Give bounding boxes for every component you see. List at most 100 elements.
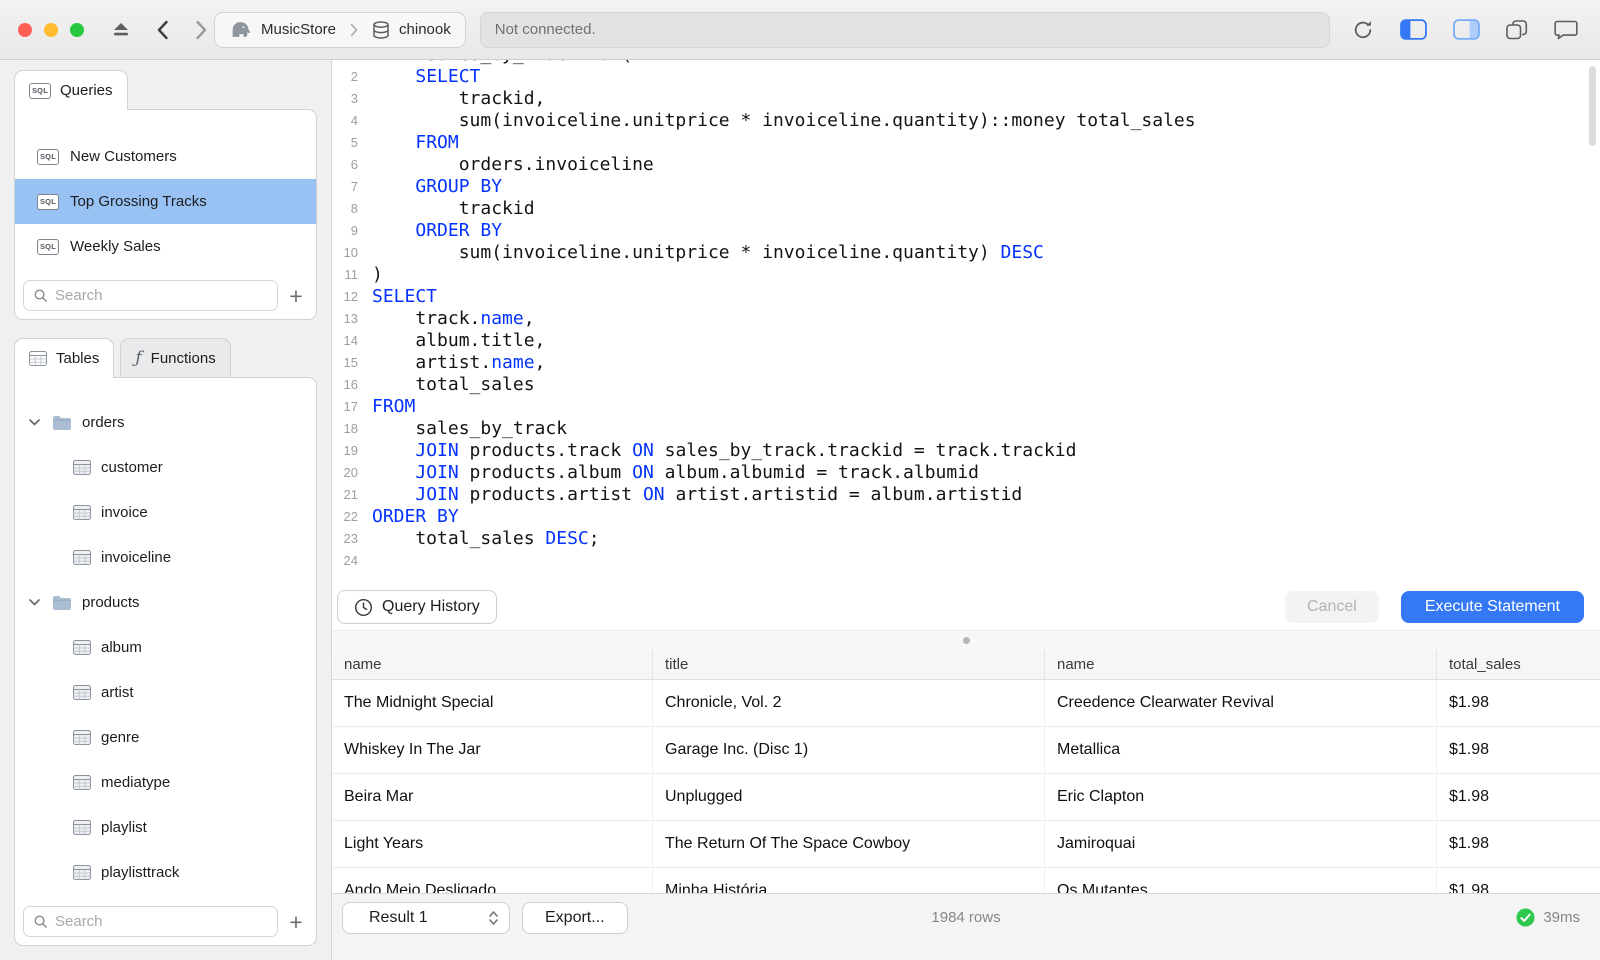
table-label: invoice (101, 504, 148, 521)
close-window-button[interactable] (18, 22, 32, 37)
table-row[interactable]: Light Years The Return Of The Space Cowbo… (332, 821, 1600, 868)
code-line[interactable]: 9 ORDER BY (332, 220, 1600, 242)
table-tree-item[interactable]: invoiceline (15, 535, 316, 580)
sql-editor[interactable]: 1WITH sales_by_track AS (2 SELECT3 track… (332, 60, 1600, 584)
result-selector[interactable]: Result 1 (342, 901, 510, 934)
code-line[interactable]: 2 SELECT (332, 66, 1600, 88)
sidebar-left-icon (1400, 19, 1427, 40)
eject-button[interactable] (112, 22, 130, 37)
code-line[interactable]: 4 sum(invoiceline.unitprice * invoicelin… (332, 110, 1600, 132)
query-list-item[interactable]: SQL New Customers (15, 134, 316, 179)
line-number: 2 (350, 69, 358, 84)
chevron-down-icon[interactable] (29, 599, 42, 606)
pane-splitter[interactable] (332, 630, 1600, 650)
code-line[interactable]: 10 sum(invoiceline.unitprice * invoiceli… (332, 242, 1600, 264)
tab-queries[interactable]: SQL Queries (14, 70, 128, 110)
results-column-header[interactable]: name (332, 650, 653, 679)
export-button[interactable]: Export... (522, 901, 628, 934)
code-line[interactable]: 6 orders.invoiceline (332, 154, 1600, 176)
code-text: total_sales (372, 374, 535, 395)
code-text: track.name, (372, 308, 535, 329)
breadcrumb-server[interactable]: MusicStore (215, 13, 350, 47)
table-cell: Beira Mar (332, 774, 653, 820)
tab-tables[interactable]: Tables (14, 338, 115, 378)
forward-button[interactable] (195, 20, 208, 40)
code-line[interactable]: 23 total_sales DESC; (332, 528, 1600, 550)
query-list-item[interactable]: SQL Weekly Sales (15, 224, 316, 269)
code-line[interactable]: 21 JOIN products.artist ON artist.artist… (332, 484, 1600, 506)
line-number: 18 (343, 421, 358, 436)
code-line[interactable]: 8 trackid (332, 198, 1600, 220)
code-line[interactable]: 5 FROM (332, 132, 1600, 154)
query-history-button[interactable]: Query History (337, 590, 497, 624)
table-tree-item[interactable]: customer (15, 445, 316, 490)
table-row[interactable]: Ando Meio Desligado Minha História Os Muta… (332, 868, 1600, 893)
code-line[interactable]: 12 SELECT (332, 286, 1600, 308)
code-text: trackid, (372, 88, 546, 109)
query-list-item[interactable]: SQL Top Grossing Tracks (15, 179, 316, 224)
window-tabs-button[interactable] (1506, 19, 1528, 40)
back-button[interactable] (156, 20, 169, 40)
code-line[interactable]: 22 ORDER BY (332, 506, 1600, 528)
code-line[interactable]: 16 total_sales (332, 374, 1600, 396)
code-text: JOIN products.album ON album.albumid = t… (415, 462, 979, 483)
table-tree-item[interactable]: playlisttrack (15, 850, 316, 895)
schema-tree: orders customer invoice invoiceline products… (15, 378, 316, 895)
minimize-window-button[interactable] (44, 22, 58, 37)
schema-tree-panel: orders customer invoice invoiceline products… (14, 377, 317, 946)
zoom-window-button[interactable] (70, 22, 84, 37)
breadcrumb-database[interactable]: chinook (358, 13, 465, 47)
table-cell: Jamiroquai (1045, 821, 1437, 867)
code-text: JOIN products.track ON sales_by_track.tr… (415, 440, 1077, 461)
code-line[interactable]: 14 album.title, (332, 330, 1600, 352)
add-query-button[interactable]: + (282, 282, 310, 310)
toggle-left-sidebar-button[interactable] (1400, 19, 1427, 40)
code-line[interactable]: 3 trackid, (332, 88, 1600, 110)
table-row[interactable]: The Midnight Special Chronicle, Vol. 2 Cre… (332, 680, 1600, 727)
feedback-button[interactable] (1554, 20, 1578, 40)
execute-statement-button[interactable]: Execute Statement (1400, 591, 1584, 623)
code-line[interactable]: 24 (332, 550, 1600, 572)
query-search-input[interactable] (55, 287, 268, 304)
table-tree-item[interactable]: genre (15, 715, 316, 760)
chevron-down-icon[interactable] (29, 419, 42, 426)
code-line[interactable]: 17 FROM (332, 396, 1600, 418)
code-line[interactable]: 20 JOIN products.album ON album.albumid … (332, 462, 1600, 484)
toggle-right-sidebar-button[interactable] (1453, 19, 1480, 40)
table-row[interactable]: Whiskey In The Jar Garage Inc. (Disc 1) Me… (332, 727, 1600, 774)
tab-functions[interactable]: ƒ Functions (120, 338, 231, 378)
elephant-icon (229, 20, 252, 39)
table-icon (73, 820, 91, 835)
windows-icon (1506, 19, 1528, 39)
schema-tree-item[interactable]: orders (15, 400, 316, 445)
cancel-button[interactable]: Cancel (1285, 591, 1379, 623)
refresh-button[interactable] (1352, 19, 1374, 41)
schema-tree-item[interactable]: products (15, 580, 316, 625)
query-search-field[interactable] (23, 280, 278, 311)
tab-tables-label: Tables (56, 350, 100, 367)
breadcrumb: MusicStore chinook (214, 11, 466, 48)
code-line[interactable]: 7 GROUP BY (332, 176, 1600, 198)
code-line[interactable]: 15 artist.name, (332, 352, 1600, 374)
code-line[interactable]: 19 JOIN products.track ON sales_by_track… (332, 440, 1600, 462)
table-row[interactable]: Beira Mar Unplugged Eric Clapton $1.98 (332, 774, 1600, 821)
code-line[interactable]: 11) (332, 264, 1600, 286)
table-tree-item[interactable]: album (15, 625, 316, 670)
table-cell: Light Years (332, 821, 653, 867)
table-icon (73, 640, 91, 655)
table-search-input[interactable] (55, 913, 268, 930)
results-column-header[interactable]: total_sales (1437, 650, 1600, 679)
editor-scrollbar[interactable] (1589, 66, 1596, 146)
results-column-header[interactable]: title (653, 650, 1045, 679)
table-label: customer (101, 459, 163, 476)
table-tree-item[interactable]: mediatype (15, 760, 316, 805)
add-table-button[interactable]: + (282, 908, 310, 936)
line-number: 8 (350, 201, 358, 216)
table-tree-item[interactable]: artist (15, 670, 316, 715)
table-tree-item[interactable]: invoice (15, 490, 316, 535)
code-line[interactable]: 18 sales_by_track (332, 418, 1600, 440)
table-search-field[interactable] (23, 906, 278, 937)
results-column-header[interactable]: name (1045, 650, 1437, 679)
table-tree-item[interactable]: playlist (15, 805, 316, 850)
code-line[interactable]: 13 track.name, (332, 308, 1600, 330)
